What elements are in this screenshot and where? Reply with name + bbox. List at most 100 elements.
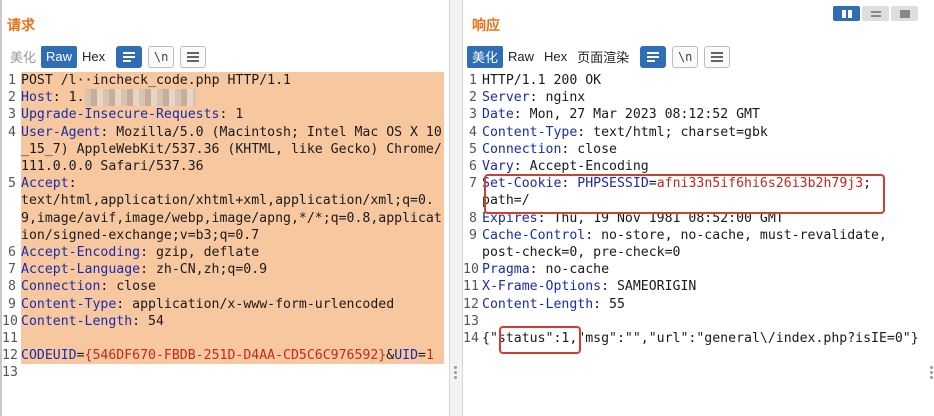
response-line: 4 Content-Type: text/html; charset=gbk [463,124,934,141]
line-number: 3 [469,107,477,123]
code-token: : text/html; charset=gbk [577,124,768,140]
status-highlight-box [499,326,581,354]
request-line: 1 POST /l··incheck_code.php HTTP/1.1 [2,72,449,90]
line-number: 13 [2,365,18,381]
response-pretty-tab[interactable]: 美化 [467,45,504,68]
code-token: Date [482,107,514,123]
response-line: 10 Pragma: no-cache [463,261,934,278]
line-number: 12 [463,296,479,312]
layout-single-icon[interactable] [891,6,918,21]
request-line: 4 User-Agent: Mozilla/5.0 (Macintosh; Int… [2,123,449,176]
code-token: X-Frame-Options [482,279,602,295]
request-wrap-lines-icon[interactable] [116,45,143,68]
line-code: HTTP/1.1 200 OK [482,72,934,89]
line-number: 10 [2,313,18,329]
line-number: 14 [463,331,479,347]
line-code: POST /l··incheck_code.php HTTP/1.1 [21,72,444,90]
code-token: : text/html,application/xhtml+xml,applic… [21,176,442,243]
code-token: : Mon, 27 Mar 2023 08:12:52 GMT [513,107,760,123]
line-code: Cache-Control: no-store, no-cache, must-… [482,227,934,261]
code-token: 1. [68,90,85,106]
pane-divider[interactable] [449,0,463,416]
divider-grip-icon[interactable] [454,366,458,380]
request-newline-toggle[interactable]: \n [148,45,175,68]
request-line: 5 Accept: text/html,application/xhtml+xml… [2,175,449,245]
response-render-tab[interactable]: 页面渲染 [572,46,634,68]
code-token: Accept-Encoding [21,245,141,261]
line-number: 3 [8,107,16,123]
line-code: Upgrade-Insecure-Requests: 1 [21,106,444,124]
request-menu-icon[interactable] [180,45,207,68]
code-token: _code.php HTTP/1.1 [148,73,291,88]
line-code: Date: Mon, 27 Mar 2023 08:12:52 GMT [482,106,934,123]
code-token: Content-Length [482,296,594,312]
line-code: Accept-Language: zh-CN,zh;q=0.9 [21,261,444,279]
code-token: Upgrade-Insecure-Requests [21,107,220,123]
line-number: 7 [469,176,477,192]
line-code: Vary: Accept-Encoding [482,158,934,175]
code-token: Content-Type [21,296,117,312]
response-scroll-grip-icon[interactable] [930,366,934,381]
response-raw-tab[interactable]: Raw [503,46,539,68]
request-line: 10 Content-Length: 54 [2,312,449,331]
request-editor[interactable]: 1 POST /l··incheck_code.php HTTP/1.1 2 Host… [2,72,449,416]
line-number: 9 [8,296,16,312]
line-number: 8 [469,210,477,226]
code-token: Cache-Control [482,227,586,243]
response-title: 响应 [472,17,500,33]
response-hex-tab[interactable]: Hex [539,46,572,68]
code-token: Host [21,90,53,106]
layout-columns-icon[interactable] [833,6,860,21]
code-token: Content-Length [21,313,133,329]
code-token: = [418,348,426,364]
line-number: 10 [463,262,479,278]
code-token: Pragma [482,262,530,278]
request-line: 8 Connection: close [2,278,449,296]
line-number: 4 [8,124,16,140]
response-line: 2 Server: nginx [463,89,934,106]
line-code: X-Frame-Options: SAMEORIGIN [482,278,934,295]
code-token: 1 [425,348,434,364]
line-number: 12 [2,348,18,364]
request-line: 6 Accept-Encoding: gzip, deflate [2,244,449,262]
code-token: Connection [21,279,101,295]
request-pretty-tab[interactable]: 美化 [5,46,41,68]
code-token: User-Agent [21,124,101,140]
response-newline-toggle[interactable]: \n [672,45,699,68]
response-line: 12 Content-Length: 55 [463,296,934,313]
response-line: 3 Date: Mon, 27 Mar 2023 08:12:52 GMT [463,106,934,123]
code-token: : 55 [593,296,625,312]
code-token: : 1 [219,107,244,123]
code-token: : Accept-Encoding [513,159,649,175]
line-number: 11 [463,279,479,295]
code-token: Accept [21,176,69,192]
code-token: : close [100,279,156,295]
code-token: HTTP/1.1 200 OK [482,73,602,88]
line-number: 5 [8,176,16,192]
response-menu-icon[interactable] [704,45,731,68]
code-token: : 54 [132,313,164,329]
request-line: 2 Host: 1. [2,89,449,107]
response-wrap-lines-icon[interactable] [640,45,667,68]
line-number: 7 [8,262,16,278]
request-pane: 请求 美化 Raw Hex \n 1 POST /l··incheck_code.… [0,0,449,416]
layout-rows-icon[interactable] [862,6,889,21]
code-token: Connection [482,141,562,157]
request-line: 9 Content-Type: application/x-www-form-ur… [2,295,449,313]
line-code [21,330,444,348]
code-token: UID [394,348,419,364]
code-token: : no-cache [529,262,610,278]
line-code: Server: nginx [482,89,934,106]
code-token: Vary [482,159,514,175]
line-code: Connection: close [482,141,934,158]
request-hex-tab[interactable]: Hex [77,46,110,68]
response-editor[interactable]: 1 HTTP/1.1 200 OK 2 Server: nginx 3 Date: Mon… [463,72,934,416]
line-code: Content-Type: text/html; charset=gbk [482,124,934,141]
code-token [84,89,196,107]
request-line: 3 Upgrade-Insecure-Requests: 1 [2,106,449,124]
line-code: Content-Length: 55 [482,296,934,313]
code-token: Accept-Language [21,262,141,278]
code-token: = [76,348,85,364]
request-raw-tab[interactable]: Raw [41,45,78,68]
